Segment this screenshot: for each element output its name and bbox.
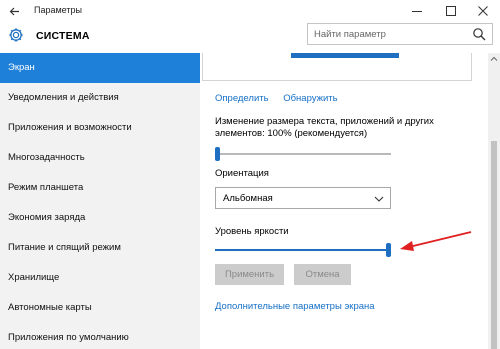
minimize-button[interactable] — [400, 0, 434, 22]
monitor-links: Определить Обнаружить — [215, 93, 350, 104]
sidebar-item-notifications[interactable]: Уведомления и действия — [0, 83, 200, 113]
scale-slider-thumb[interactable] — [215, 147, 220, 161]
orientation-dropdown[interactable]: Альбомная — [215, 187, 391, 209]
identify-link[interactable]: Определить — [215, 93, 269, 104]
scroll-up-arrow-icon[interactable] — [490, 55, 498, 63]
cancel-button[interactable]: Отмена — [294, 264, 351, 285]
advanced-display-settings-link[interactable]: Дополнительные параметры экрана — [215, 301, 375, 312]
vertical-scrollbar[interactable] — [488, 53, 500, 349]
search-box[interactable] — [307, 23, 493, 45]
scale-slider-track — [215, 153, 391, 155]
sidebar: Экран Уведомления и действия Приложения … — [0, 53, 200, 349]
back-button[interactable] — [0, 0, 28, 22]
brightness-slider[interactable] — [215, 243, 391, 257]
sidebar-item-offline-maps[interactable]: Автономные карты — [0, 293, 200, 323]
scale-label: Изменение размера текста, приложений и д… — [215, 116, 434, 139]
brightness-slider-fill — [215, 249, 387, 251]
orientation-label: Ориентация — [215, 168, 269, 179]
search-input[interactable] — [308, 24, 468, 44]
chevron-down-icon — [374, 196, 384, 202]
brightness-slider-thumb[interactable] — [386, 243, 391, 257]
minimize-icon — [412, 11, 422, 12]
sidebar-item-apps-features[interactable]: Приложения и возможности — [0, 113, 200, 143]
back-arrow-icon — [9, 7, 19, 15]
sidebar-item-display[interactable]: Экран — [0, 53, 200, 83]
close-button[interactable] — [466, 0, 500, 22]
section-title: СИСТЕМА — [36, 30, 90, 42]
scrollbar-thumb[interactable] — [491, 141, 497, 349]
sidebar-item-battery-saver[interactable]: Экономия заряда — [0, 203, 200, 233]
sidebar-item-default-apps[interactable]: Приложения по умолчанию — [0, 323, 200, 349]
maximize-icon — [446, 6, 456, 16]
sidebar-item-tablet-mode[interactable]: Режим планшета — [0, 173, 200, 203]
brightness-label: Уровень яркости — [215, 226, 289, 237]
close-icon — [478, 6, 488, 16]
sidebar-item-multitasking[interactable]: Многозадачность — [0, 143, 200, 173]
monitor-preview[interactable] — [200, 53, 486, 81]
app-title: Параметры — [34, 5, 82, 15]
display-settings-panel: Определить Обнаружить Изменение размера … — [200, 53, 488, 349]
sidebar-item-power-sleep[interactable]: Питание и спящий режим — [0, 233, 200, 263]
orientation-selected-value: Альбомная — [223, 193, 273, 204]
apply-button[interactable]: Применить — [215, 264, 284, 285]
maximize-button[interactable] — [434, 0, 468, 22]
detect-link[interactable]: Обнаружить — [283, 93, 337, 104]
gear-icon — [9, 28, 23, 42]
search-icon[interactable] — [472, 27, 486, 41]
sidebar-item-storage[interactable]: Хранилище — [0, 263, 200, 293]
monitor-preview-tile — [291, 53, 399, 58]
scale-slider[interactable] — [215, 147, 391, 161]
annotation-arrow-icon — [400, 231, 472, 251]
title-bar: Параметры — [0, 0, 500, 22]
